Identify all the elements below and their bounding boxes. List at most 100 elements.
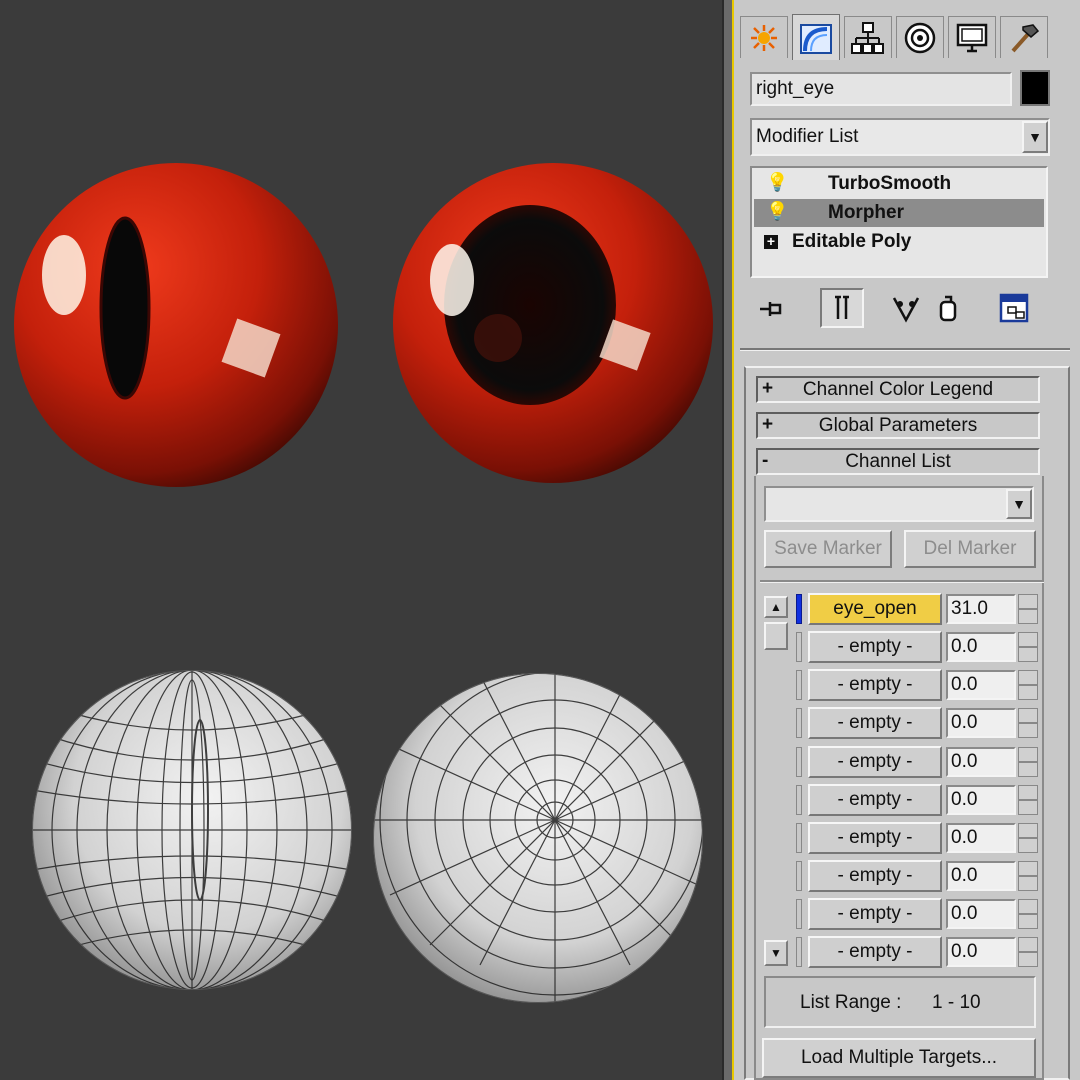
channel-value: 0.0 <box>951 674 978 695</box>
scrollbar-thumb[interactable] <box>764 622 788 650</box>
stack-item-label: Editable Poly <box>792 231 912 252</box>
divider <box>740 348 1070 351</box>
tab-motion[interactable] <box>896 16 944 58</box>
channel-spinner[interactable] <box>1018 937 1038 967</box>
channel-spinner[interactable] <box>1018 899 1038 929</box>
channel-value: 31.0 <box>951 598 988 619</box>
load-multiple-targets-button[interactable]: Load Multiple Targets... <box>762 1038 1036 1078</box>
rollout-channel-color-legend[interactable]: + Channel Color Legend <box>756 376 1040 403</box>
pin-stack-button[interactable] <box>756 296 788 322</box>
channel-value-field[interactable]: 0.0 <box>946 632 1016 662</box>
channel-name: eye_open <box>833 598 917 619</box>
lightbulb-icon[interactable]: 💡 <box>766 172 788 193</box>
make-unique-icon <box>892 297 920 323</box>
stack-item-turbosmooth[interactable]: 💡 TurboSmooth <box>754 170 1044 198</box>
configure-modifier-sets-button[interactable] <box>998 292 1032 326</box>
channel-button[interactable]: - empty - <box>808 898 942 930</box>
tab-utilities[interactable] <box>1000 16 1048 58</box>
configure-sets-icon <box>999 293 1029 323</box>
scroll-up-button[interactable]: ▲ <box>764 596 788 618</box>
object-name-field[interactable]: right_eye <box>750 72 1012 106</box>
stack-item-editable-poly[interactable]: + Editable Poly <box>754 228 1044 256</box>
expand-plus-icon[interactable]: + <box>764 234 778 249</box>
rollout-global-parameters[interactable]: + Global Parameters <box>756 412 1040 439</box>
channel-color-bar <box>796 708 802 738</box>
channel-spinner[interactable] <box>1018 670 1038 700</box>
command-panel: right_eye Modifier List ▼ 💡 TurboSmooth … <box>732 0 1080 1080</box>
channel-name: - empty - <box>837 827 913 848</box>
list-range-value: 1 - 10 <box>932 992 981 1013</box>
channel-value-field[interactable]: 0.0 <box>946 861 1016 891</box>
object-name-value: right_eye <box>756 78 835 99</box>
del-marker-label: Del Marker <box>923 538 1017 559</box>
channel-value-field[interactable]: 0.0 <box>946 708 1016 738</box>
scroll-down-button[interactable]: ▼ <box>764 940 788 966</box>
channel-button[interactable]: eye_open <box>808 593 942 625</box>
channel-color-bar <box>796 785 802 815</box>
marker-dropdown[interactable]: ▼ <box>764 486 1034 522</box>
rollout-title: Global Parameters <box>818 414 978 436</box>
list-range-box: List Range : 1 - 10 <box>764 976 1036 1028</box>
rollout-title: Channel List <box>845 450 951 472</box>
tab-display[interactable] <box>948 16 996 58</box>
divider <box>760 580 1044 583</box>
show-end-result-icon <box>835 295 849 319</box>
channel-button[interactable]: - empty - <box>808 784 942 816</box>
channel-name: - empty - <box>837 865 913 886</box>
channel-value-field[interactable]: 0.0 <box>946 747 1016 777</box>
channel-spinner[interactable] <box>1018 747 1038 777</box>
channel-value-field[interactable]: 0.0 <box>946 670 1016 700</box>
channel-button[interactable]: - empty - <box>808 746 942 778</box>
modifier-stack[interactable]: 💡 TurboSmooth 💡 Morpher + Editable Poly <box>750 166 1048 278</box>
channel-color-bar <box>796 632 802 662</box>
channel-spinner[interactable] <box>1018 861 1038 891</box>
expand-plus-icon: + <box>762 414 774 435</box>
monitor-icon <box>956 23 988 52</box>
channel-value: 0.0 <box>951 865 978 886</box>
channel-value-field[interactable]: 31.0 <box>946 594 1016 624</box>
hammer-icon <box>1011 23 1040 52</box>
lightbulb-icon[interactable]: 💡 <box>766 201 788 222</box>
channel-value-field[interactable]: 0.0 <box>946 937 1016 967</box>
hierarchy-icon <box>851 21 884 54</box>
rollout-channel-list[interactable]: - Channel List <box>756 448 1040 475</box>
object-color-swatch[interactable] <box>1020 70 1050 106</box>
viewport[interactable] <box>0 0 722 1080</box>
channel-name: - empty - <box>837 903 913 924</box>
channel-color-bar <box>796 861 802 891</box>
channel-button[interactable]: - empty - <box>808 822 942 854</box>
load-multiple-targets-label: Load Multiple Targets... <box>800 1047 998 1068</box>
channel-button[interactable]: - empty - <box>808 707 942 739</box>
channel-value: 0.0 <box>951 751 978 772</box>
channel-color-bar <box>796 747 802 777</box>
make-unique-button[interactable] <box>890 294 922 324</box>
tab-create[interactable] <box>740 16 788 58</box>
viewport-separator[interactable] <box>722 0 732 1080</box>
show-end-result-button[interactable] <box>820 288 864 328</box>
channel-spinner[interactable] <box>1018 594 1038 624</box>
channel-button[interactable]: - empty - <box>808 860 942 892</box>
channel-value-field[interactable]: 0.0 <box>946 899 1016 929</box>
save-marker-button[interactable]: Save Marker <box>764 530 892 568</box>
modifier-list-dropdown[interactable]: Modifier List ▼ <box>750 118 1050 156</box>
channel-spinner[interactable] <box>1018 632 1038 662</box>
channel-button[interactable]: - empty - <box>808 936 942 968</box>
modifier-list-label: Modifier List <box>756 126 859 147</box>
channel-value-field[interactable]: 0.0 <box>946 823 1016 853</box>
tab-hierarchy[interactable] <box>844 16 892 58</box>
stack-item-morpher[interactable]: 💡 Morpher <box>754 199 1044 227</box>
del-marker-button[interactable]: Del Marker <box>904 530 1036 568</box>
tab-modify[interactable] <box>792 14 840 60</box>
channel-spinner[interactable] <box>1018 823 1038 853</box>
channel-spinner[interactable] <box>1018 708 1038 738</box>
pin-icon <box>760 302 782 316</box>
remove-modifier-button[interactable] <box>934 294 962 324</box>
channel-name: - empty - <box>837 636 913 657</box>
chevron-down-icon[interactable]: ▼ <box>1006 489 1032 519</box>
channel-spinner[interactable] <box>1018 785 1038 815</box>
channel-value-field[interactable]: 0.0 <box>946 785 1016 815</box>
channel-button[interactable]: - empty - <box>808 631 942 663</box>
channel-value: 0.0 <box>951 903 978 924</box>
chevron-down-icon[interactable]: ▼ <box>1022 121 1048 153</box>
channel-button[interactable]: - empty - <box>808 669 942 701</box>
